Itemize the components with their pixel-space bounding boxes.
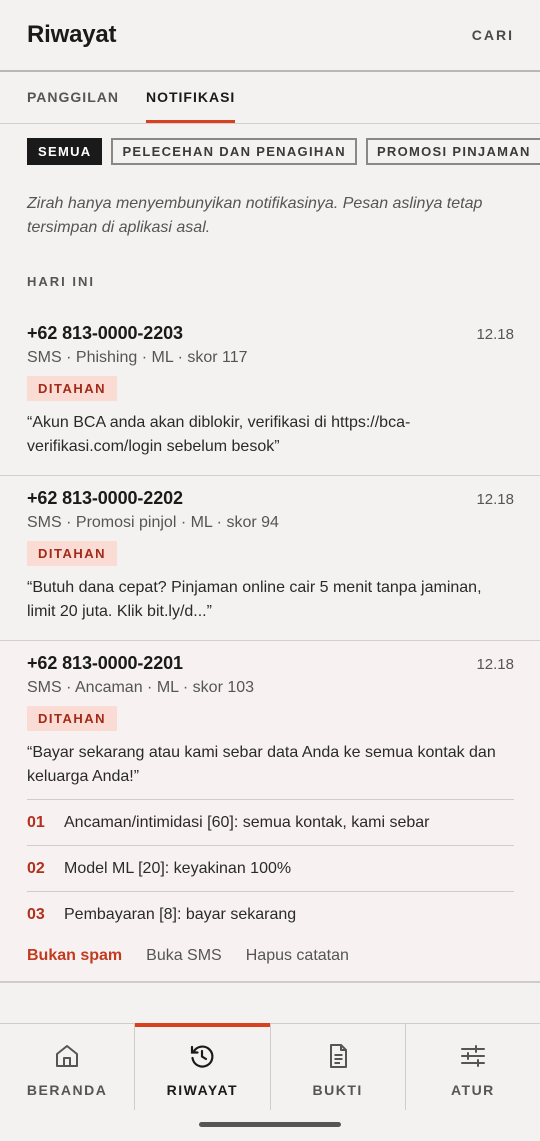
section-label-today: HARI INI <box>27 274 95 289</box>
tab-calls[interactable]: PANGGILAN <box>27 72 119 123</box>
reason-list: 01 Ancaman/intimidasi [60]: semua kontak… <box>27 799 514 937</box>
reason-row: 03 Pembayaran [8]: bayar sekarang <box>27 891 514 937</box>
reason-number: 01 <box>27 813 45 831</box>
status-badge: DITAHAN <box>27 706 118 731</box>
nav-label: RIWAYAT <box>166 1082 239 1098</box>
nav-label: BERANDA <box>26 1082 108 1098</box>
open-sms-button[interactable]: Buka SMS <box>146 947 222 965</box>
sliders-icon <box>460 1045 485 1067</box>
reason-text: Ancaman/intimidasi [60]: semua kontak, k… <box>64 813 430 831</box>
nav-item-settings[interactable]: ATUR <box>406 1024 540 1110</box>
list-item-expanded[interactable]: +62 813-0000-2201 12.18 SMS · Ancaman · … <box>0 641 540 983</box>
reason-row: 01 Ancaman/intimidasi [60]: semua kontak… <box>27 799 514 845</box>
status-badge: DITAHAN <box>27 541 118 566</box>
nav-label: BUKTI <box>312 1082 363 1098</box>
page-title: Riwayat <box>27 21 117 48</box>
home-icon <box>56 1045 79 1067</box>
item-meta: SMS · Ancaman · ML · skor 103 <box>27 679 255 696</box>
sender-number: +62 813-0000-2202 <box>27 488 183 508</box>
filter-chip-harassment[interactable]: PELECEHAN DAN PENAGIHAN <box>111 138 357 165</box>
item-meta: SMS · Promosi pinjol · ML · skor 94 <box>27 514 279 531</box>
status-badge: DITAHAN <box>27 376 118 401</box>
nav-label: ATUR <box>450 1082 495 1098</box>
nav-item-evidence[interactable]: BUKTI <box>271 1024 406 1110</box>
message-preview: “Akun BCA anda akan diblokir, verifikasi… <box>27 414 411 455</box>
message-preview: “Bayar sekarang atau kami sebar data And… <box>27 744 496 785</box>
list-item[interactable]: +62 813-0000-2203 12.18 SMS · Phishing ·… <box>0 311 540 476</box>
filter-chips: SEMUA PELECEHAN DAN PENAGIHAN PROMOSI PI… <box>0 124 540 165</box>
timestamp: 12.18 <box>476 326 514 343</box>
item-meta: SMS · Phishing · ML · skor 117 <box>27 349 248 366</box>
home-indicator[interactable] <box>199 1122 341 1127</box>
filter-chip-all[interactable]: SEMUA <box>27 138 103 165</box>
sender-number: +62 813-0000-2203 <box>27 323 183 343</box>
info-text: Zirah hanya menyembunyikan notifikasinya… <box>27 195 483 236</box>
list-item[interactable]: +62 813-0000-2202 12.18 SMS · Promosi pi… <box>0 476 540 641</box>
reason-row: 02 Model ML [20]: keyakinan 100% <box>27 845 514 891</box>
nav-item-history[interactable]: RIWAYAT <box>135 1023 271 1110</box>
reason-number: 02 <box>27 859 45 877</box>
reason-text: Pembayaran [8]: bayar sekarang <box>64 905 297 923</box>
not-spam-button[interactable]: Bukan spam <box>27 947 122 965</box>
tab-bar: PANGGILAN NOTIFIKASI <box>0 72 540 124</box>
filter-chip-loan-promo[interactable]: PROMOSI PINJAMAN <box>365 138 540 165</box>
notification-list: +62 813-0000-2203 12.18 SMS · Phishing ·… <box>0 311 540 983</box>
item-actions: Bukan spam Buka SMS Hapus catatan <box>27 947 514 965</box>
message-preview: “Butuh dana cepat? Pinjaman online cair … <box>27 579 482 620</box>
reason-number: 03 <box>27 905 45 923</box>
document-icon <box>329 1044 347 1068</box>
app-header: Riwayat CARI <box>0 0 540 72</box>
nav-item-home[interactable]: BERANDA <box>0 1024 136 1110</box>
history-icon <box>191 1045 214 1068</box>
tab-notifications[interactable]: NOTIFIKASI <box>145 72 236 123</box>
search-button[interactable]: CARI <box>472 27 514 43</box>
delete-record-button[interactable]: Hapus catatan <box>246 947 349 965</box>
sender-number: +62 813-0000-2201 <box>27 653 183 673</box>
timestamp: 12.18 <box>476 491 514 508</box>
timestamp: 12.18 <box>476 656 514 673</box>
reason-text: Model ML [20]: keyakinan 100% <box>64 859 292 877</box>
